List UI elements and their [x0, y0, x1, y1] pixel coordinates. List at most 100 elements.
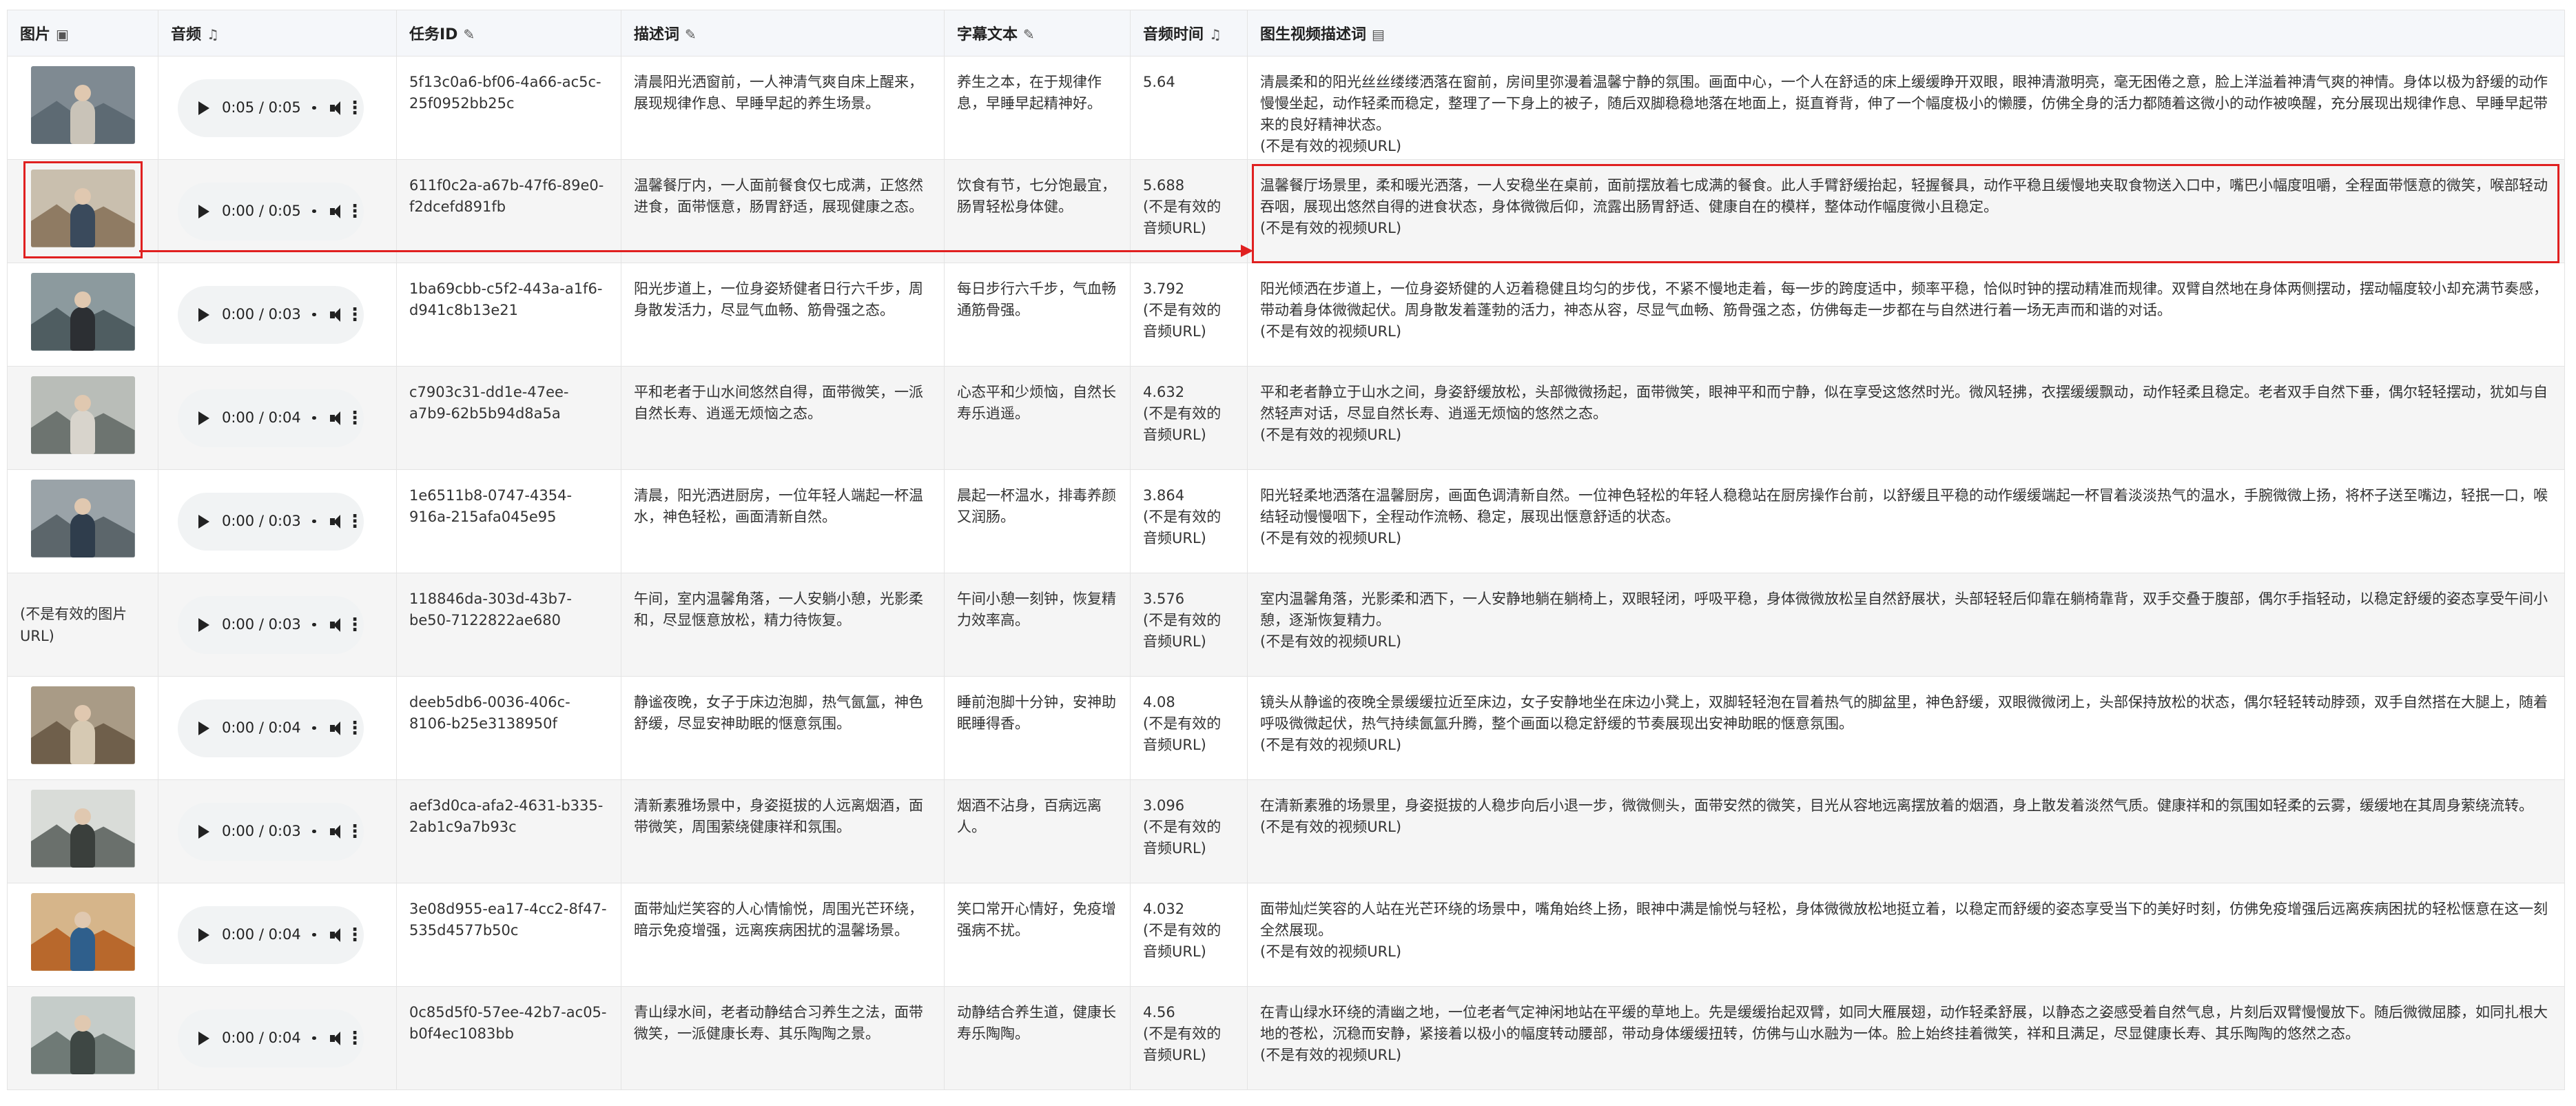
- more-options-icon[interactable]: ⋮: [346, 1030, 364, 1047]
- volume-icon[interactable]: [329, 617, 341, 633]
- subtitle-cell: 动静结合养生道，健康长寿乐陶陶。: [944, 986, 1131, 1090]
- audio-player[interactable]: 0:00 / 0:03 ⋮: [178, 595, 364, 654]
- image-cell: [7, 779, 158, 883]
- subtitle-cell: 养生之本，在于规律作息，早睡早起精神好。: [944, 56, 1131, 160]
- thumbnail-figure: [70, 99, 95, 144]
- thumbnail-image[interactable]: [30, 892, 135, 971]
- more-options-icon[interactable]: ⋮: [346, 513, 364, 531]
- play-icon[interactable]: [198, 307, 209, 322]
- progress-bar[interactable]: [311, 209, 316, 213]
- progress-bar[interactable]: [311, 416, 316, 420]
- video-description-text: 阳光倾洒在步道上，一位身姿矫健的人迈着稳健且均匀的步伐，不紧不慢地走着，每一步的…: [1260, 280, 2548, 318]
- thumbnail-figure: [70, 513, 95, 557]
- header-subtitle[interactable]: 字幕文本 ✎: [944, 10, 1131, 57]
- audio-player[interactable]: 0:05 / 0:05 ⋮: [178, 79, 364, 137]
- thumbnail-figure: [70, 719, 95, 764]
- audio-duration: 5.688: [1143, 177, 1185, 194]
- play-icon[interactable]: [198, 824, 209, 839]
- audio-duration: 4.56: [1143, 1004, 1175, 1021]
- play-icon[interactable]: [198, 411, 209, 425]
- audio-duration-note: (不是有效的音频URL): [1143, 405, 1222, 443]
- progress-bar[interactable]: [311, 313, 316, 316]
- thumbnail-image[interactable]: [30, 686, 135, 764]
- progress-bar[interactable]: [311, 933, 316, 936]
- task-id-cell: 5f13c0a6-bf06-4a66-ac5c-25f0952bb25c: [396, 56, 621, 160]
- image-invalid-note: (不是有效的图片URL): [20, 605, 127, 644]
- video-url-note: (不是有效的视频URL): [1260, 530, 1402, 546]
- header-audio[interactable]: 音频 ♫: [158, 10, 397, 57]
- play-icon[interactable]: [198, 928, 209, 942]
- thumbnail-image[interactable]: [30, 169, 135, 247]
- thumbnail-figure-head: [74, 911, 91, 928]
- more-options-icon[interactable]: ⋮: [346, 926, 364, 944]
- more-options-icon[interactable]: ⋮: [346, 719, 364, 737]
- progress-bar[interactable]: [311, 623, 316, 626]
- audio-player[interactable]: 0:00 / 0:03 ⋮: [178, 285, 364, 344]
- video-url-note: (不是有效的视频URL): [1260, 138, 1402, 154]
- table-header-row: 图片 ▣ 音频 ♫ 任务ID ✎ 描述词 ✎ 字幕文本 ✎ 音频时间 ♫ 图生视频描述词 ▤: [7, 10, 2565, 57]
- volume-icon[interactable]: [329, 307, 341, 322]
- thumbnail-image[interactable]: [30, 789, 135, 868]
- audio-player[interactable]: 0:00 / 0:04 ⋮: [178, 389, 364, 447]
- audio-cell: 0:00 / 0:03 ⋮: [158, 469, 397, 573]
- progress-bar[interactable]: [311, 520, 316, 523]
- audio-duration-note: (不是有效的音频URL): [1143, 302, 1222, 340]
- thumbnail-image[interactable]: [30, 272, 135, 351]
- play-icon[interactable]: [198, 721, 209, 735]
- audio-duration: 4.08: [1143, 694, 1175, 710]
- more-options-icon[interactable]: ⋮: [346, 306, 364, 324]
- audio-player[interactable]: 0:00 / 0:03 ⋮: [178, 802, 364, 861]
- thumbnail-figure-head: [74, 187, 91, 205]
- header-description[interactable]: 描述词 ✎: [621, 10, 945, 57]
- progress-bar[interactable]: [311, 830, 316, 833]
- table-row: (不是有效的图片URL) 0:00 / 0:03 ⋮ 118846da-303d…: [7, 573, 2565, 677]
- audio-player[interactable]: 0:00 / 0:04 ⋮: [178, 699, 364, 757]
- play-icon[interactable]: [198, 1031, 209, 1045]
- play-icon[interactable]: [198, 101, 209, 115]
- image-cell: [7, 159, 158, 263]
- video-description-text: 温馨餐厅场景里，柔和暖光洒落，一人安稳坐在桌前，面前摆放着七成满的餐食。此人手臂…: [1260, 177, 2548, 215]
- video-description-text: 在青山绿水环绕的清幽之地，一位老者气定神闲地站在平缓的草地上。先是缓缓抬起双臂，…: [1260, 1004, 2548, 1042]
- volume-icon[interactable]: [329, 204, 341, 219]
- more-options-icon[interactable]: ⋮: [346, 99, 364, 117]
- audio-player[interactable]: 0:00 / 0:03 ⋮: [178, 492, 364, 551]
- thumbnail-image[interactable]: [30, 479, 135, 557]
- more-options-icon[interactable]: ⋮: [346, 409, 364, 427]
- video-description-cell: 镜头从静谧的夜晚全景缓缓拉近至床边，女子安静地坐在床边小凳上，双脚轻轻泡在冒着热…: [1247, 676, 2565, 780]
- play-icon[interactable]: [198, 204, 209, 218]
- volume-icon[interactable]: [329, 928, 341, 943]
- header-task-id[interactable]: 任务ID ✎: [396, 10, 621, 57]
- subtitle-cell: 笑口常开心情好，免疫增强病不扰。: [944, 883, 1131, 987]
- progress-bar[interactable]: [311, 106, 316, 110]
- audio-duration-note: (不是有效的音频URL): [1143, 509, 1222, 546]
- more-options-icon[interactable]: ⋮: [346, 203, 364, 221]
- header-image[interactable]: 图片 ▣: [7, 10, 158, 57]
- audio-duration: 3.864: [1143, 487, 1185, 504]
- volume-icon[interactable]: [329, 1031, 341, 1046]
- thumbnail-image[interactable]: [30, 376, 135, 454]
- header-video-description[interactable]: 图生视频描述词 ▤: [1247, 10, 2565, 57]
- more-options-icon[interactable]: ⋮: [346, 616, 364, 634]
- volume-icon[interactable]: [329, 721, 341, 736]
- audio-time-label: 0:05 / 0:05: [222, 99, 301, 116]
- volume-icon[interactable]: [329, 411, 341, 426]
- volume-icon[interactable]: [329, 514, 341, 529]
- thumbnail-image[interactable]: [30, 996, 135, 1074]
- task-id-cell: aef3d0ca-afa2-4631-b335-2ab1c9a7b93c: [396, 779, 621, 883]
- audio-duration: 3.792: [1143, 280, 1185, 297]
- play-icon[interactable]: [198, 617, 209, 632]
- video-description-cell: 阳光轻柔地洒落在温馨厨房，画面色调清新自然。一位神色轻松的年轻人稳稳站在厨房操作…: [1247, 469, 2565, 573]
- thumbnail-image[interactable]: [30, 65, 135, 144]
- audio-duration: 5.64: [1143, 74, 1175, 90]
- more-options-icon[interactable]: ⋮: [346, 823, 364, 841]
- audio-player[interactable]: 0:00 / 0:04 ⋮: [178, 905, 364, 964]
- audio-player[interactable]: 0:00 / 0:04 ⋮: [178, 1009, 364, 1067]
- progress-bar[interactable]: [311, 726, 316, 730]
- header-audio-time[interactable]: 音频时间 ♫: [1130, 10, 1248, 57]
- volume-icon[interactable]: [329, 824, 341, 839]
- volume-icon[interactable]: [329, 101, 341, 116]
- progress-bar[interactable]: [311, 1036, 316, 1040]
- video-url-note: (不是有效的视频URL): [1260, 737, 1402, 753]
- audio-player[interactable]: 0:00 / 0:05 ⋮: [178, 182, 364, 240]
- play-icon[interactable]: [198, 514, 209, 529]
